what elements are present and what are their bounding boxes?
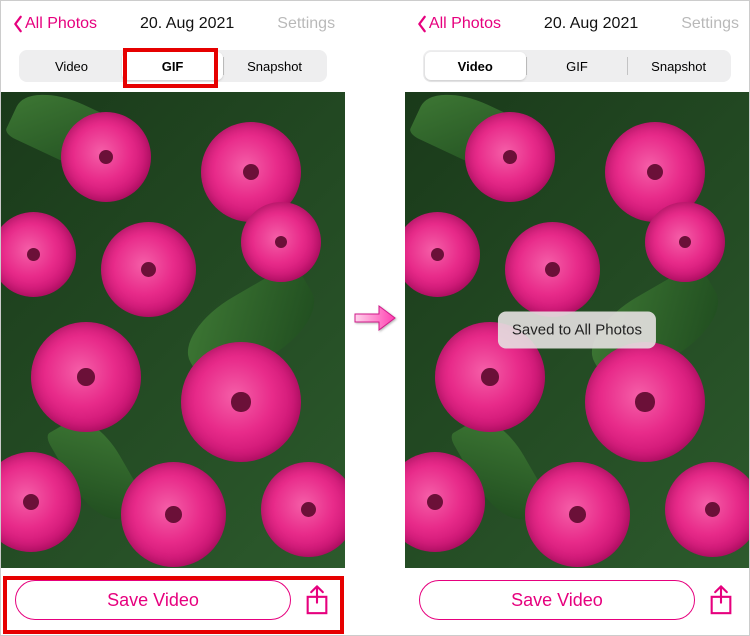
screen-left: All Photos 20. Aug 2021 Settings Video G… (1, 4, 345, 632)
settings-button[interactable]: Settings (277, 15, 335, 33)
segment-gif[interactable]: GIF (122, 52, 223, 80)
saved-toast: Saved to All Photos (498, 312, 656, 349)
segmented-control: Video GIF Snapshot (423, 50, 731, 82)
share-button[interactable] (303, 584, 331, 616)
nav-title: 20. Aug 2021 (544, 15, 638, 33)
segment-gif[interactable]: GIF (527, 52, 628, 80)
screen-right: All Photos 20. Aug 2021 Settings Video G… (405, 4, 749, 632)
chevron-left-icon (11, 15, 25, 33)
arrow-right-icon (351, 294, 399, 342)
back-button[interactable]: All Photos (11, 15, 97, 33)
bottom-bar: Save Video (405, 568, 749, 632)
segmented-control-wrap: Video GIF Snapshot (405, 44, 749, 92)
back-label: All Photos (25, 15, 97, 33)
back-label: All Photos (429, 15, 501, 33)
share-button[interactable] (707, 584, 735, 616)
save-video-button[interactable]: Save Video (15, 580, 291, 620)
nav-bar: All Photos 20. Aug 2021 Settings (1, 4, 345, 44)
segmented-control: Video GIF Snapshot (19, 50, 327, 82)
chevron-left-icon (415, 15, 429, 33)
segment-snapshot[interactable]: Snapshot (224, 52, 325, 80)
photo-preview[interactable] (1, 92, 345, 568)
bottom-bar: Save Video (1, 568, 345, 632)
share-icon (303, 584, 331, 617)
nav-title: 20. Aug 2021 (140, 15, 234, 33)
photo-preview[interactable]: Saved to All Photos (405, 92, 749, 568)
save-video-button[interactable]: Save Video (419, 580, 695, 620)
segment-snapshot[interactable]: Snapshot (628, 52, 729, 80)
transition-arrow (345, 294, 405, 342)
share-icon (707, 584, 735, 617)
segmented-control-wrap: Video GIF Snapshot (1, 44, 345, 92)
back-button[interactable]: All Photos (415, 15, 501, 33)
settings-button[interactable]: Settings (681, 15, 739, 33)
segment-video[interactable]: Video (425, 52, 526, 80)
segment-video[interactable]: Video (21, 52, 122, 80)
nav-bar: All Photos 20. Aug 2021 Settings (405, 4, 749, 44)
